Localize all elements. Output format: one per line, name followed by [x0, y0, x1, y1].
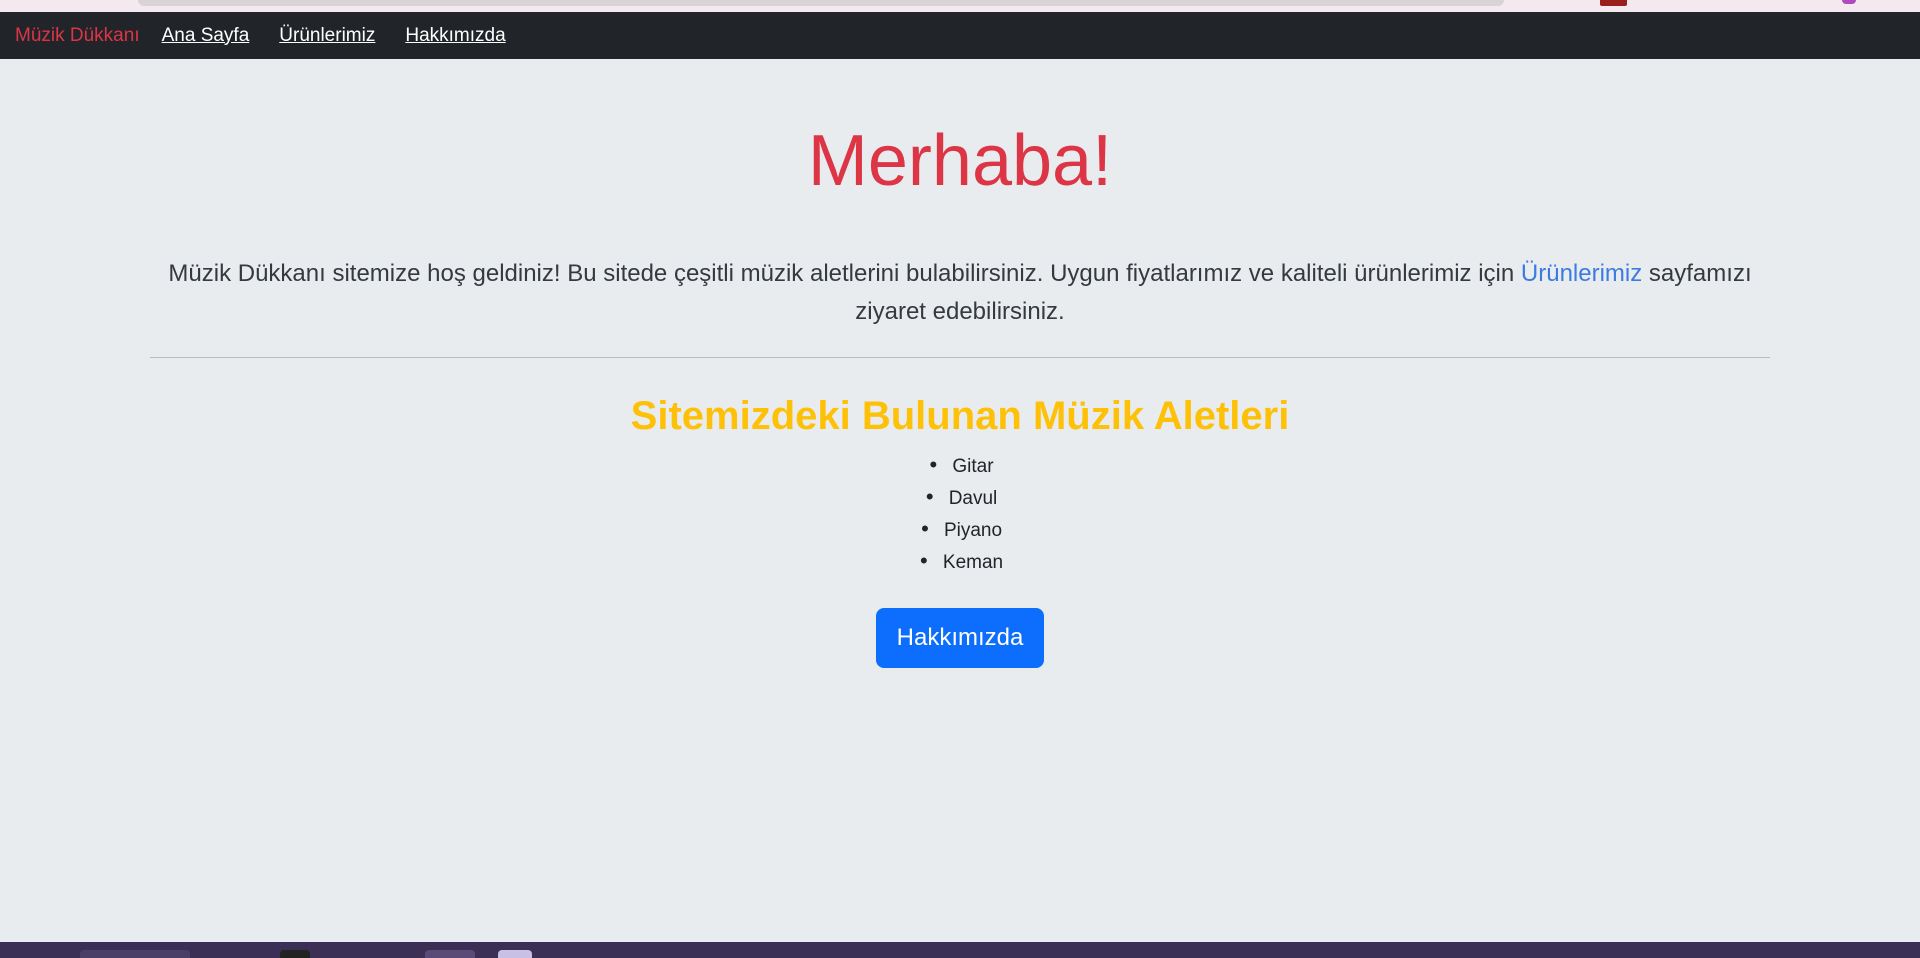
nav-link-about[interactable]: Hakkımızda — [405, 25, 505, 47]
os-taskbar — [0, 942, 1920, 958]
list-item: Piyano — [150, 514, 1770, 546]
main-content: Merhaba! Müzik Dükkanı sitemize hoş geld… — [150, 59, 1770, 668]
products-inline-link[interactable]: Ürünlerimiz — [1521, 260, 1642, 287]
welcome-text-start: Müzik Dükkanı sitemize hoş geldiniz! Bu … — [168, 260, 1521, 287]
section-title: Sitemizdeki Bulunan Müzik Aletleri — [630, 394, 1290, 438]
taskbar-browser-icon[interactable] — [425, 950, 475, 958]
browser-chrome-strip — [0, 0, 1920, 12]
taskbar-app-icon[interactable] — [280, 950, 310, 958]
taskbar-chat-icon[interactable] — [498, 950, 532, 958]
navbar: Müzik Dükkanı Ana Sayfa Ürünlerimiz Hakk… — [0, 12, 1920, 59]
profile-avatar-icon[interactable] — [1842, 0, 1856, 4]
navbar-brand[interactable]: Müzik Dükkanı — [15, 25, 140, 47]
list-item: Davul — [150, 482, 1770, 514]
welcome-paragraph: Müzik Dükkanı sitemize hoş geldiniz! Bu … — [150, 255, 1770, 331]
list-item: Keman — [150, 546, 1770, 578]
nav-link-products[interactable]: Ürünlerimiz — [279, 25, 375, 47]
extension-badge-icon[interactable] — [1600, 0, 1627, 6]
address-bar-edge[interactable] — [138, 0, 1504, 6]
nav-link-home[interactable]: Ana Sayfa — [162, 25, 250, 47]
section-divider — [150, 357, 1770, 358]
instrument-list: Gitar Davul Piyano Keman — [150, 450, 1770, 578]
taskbar-search-icon[interactable] — [80, 950, 190, 958]
list-item: Gitar — [150, 450, 1770, 482]
about-button[interactable]: Hakkımızda — [875, 608, 1045, 668]
hero-title: Merhaba! — [807, 121, 1113, 201]
